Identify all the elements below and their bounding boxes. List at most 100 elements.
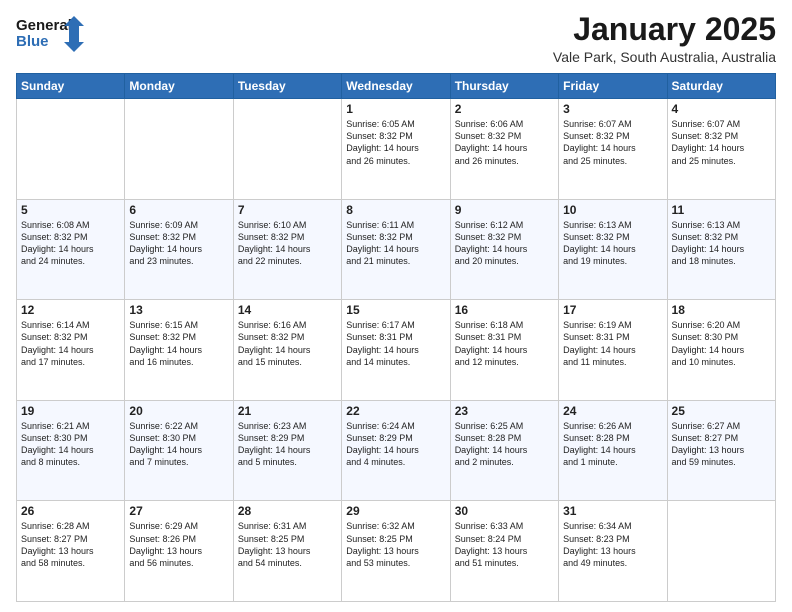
day-info: Sunrise: 6:07 AM Sunset: 8:32 PM Dayligh…	[672, 118, 771, 167]
day-info: Sunrise: 6:26 AM Sunset: 8:28 PM Dayligh…	[563, 420, 662, 469]
header: General Blue January 2025 Vale Park, Sou…	[16, 12, 776, 65]
day-number: 21	[238, 404, 337, 418]
day-info: Sunrise: 6:21 AM Sunset: 8:30 PM Dayligh…	[21, 420, 120, 469]
day-info: Sunrise: 6:28 AM Sunset: 8:27 PM Dayligh…	[21, 520, 120, 569]
calendar-cell: 26Sunrise: 6:28 AM Sunset: 8:27 PM Dayli…	[17, 501, 125, 602]
day-info: Sunrise: 6:33 AM Sunset: 8:24 PM Dayligh…	[455, 520, 554, 569]
calendar-cell	[17, 99, 125, 200]
day-of-week-header: Friday	[559, 74, 667, 99]
calendar-cell: 16 Sunrise: 6:18 AM Sunset: 8:31 PM Dayli…	[450, 300, 558, 401]
day-number: 27	[129, 504, 228, 518]
day-number: 29	[346, 504, 445, 518]
calendar-cell: 22Sunrise: 6:24 AM Sunset: 8:29 PM Dayli…	[342, 400, 450, 501]
day-info: Sunrise: 6:09 AM Sunset: 8:32 PM Dayligh…	[129, 219, 228, 268]
calendar-cell: 1 Sunrise: 6:05 AM Sunset: 8:32 PM Daylig…	[342, 99, 450, 200]
calendar-cell: 24 Sunrise: 6:26 AM Sunset: 8:28 PM Dayli…	[559, 400, 667, 501]
day-info: Sunrise: 6:17 AM Sunset: 8:31 PM Dayligh…	[346, 319, 445, 368]
logo-svg: General Blue	[16, 12, 86, 56]
calendar-cell: 28 Sunrise: 6:31 AM Sunset: 8:25 PM Dayli…	[233, 501, 341, 602]
day-info: Sunrise: 6:18 AM Sunset: 8:31 PM Dayligh…	[455, 319, 554, 368]
calendar-week-row: 12 Sunrise: 6:14 AM Sunset: 8:32 PM Dayli…	[17, 300, 776, 401]
calendar-cell: 30 Sunrise: 6:33 AM Sunset: 8:24 PM Dayli…	[450, 501, 558, 602]
day-number: 24	[563, 404, 662, 418]
calendar-cell: 3 Sunrise: 6:07 AM Sunset: 8:32 PM Daylig…	[559, 99, 667, 200]
day-number: 8	[346, 203, 445, 217]
day-number: 17	[563, 303, 662, 317]
day-info: Sunrise: 6:24 AM Sunset: 8:29 PM Dayligh…	[346, 420, 445, 469]
calendar-cell: 8Sunrise: 6:11 AM Sunset: 8:32 PM Daylig…	[342, 199, 450, 300]
calendar-cell: 27Sunrise: 6:29 AM Sunset: 8:26 PM Dayli…	[125, 501, 233, 602]
day-number: 31	[563, 504, 662, 518]
day-info: Sunrise: 6:12 AM Sunset: 8:32 PM Dayligh…	[455, 219, 554, 268]
day-info: Sunrise: 6:31 AM Sunset: 8:25 PM Dayligh…	[238, 520, 337, 569]
calendar-cell: 6 Sunrise: 6:09 AM Sunset: 8:32 PM Daylig…	[125, 199, 233, 300]
day-info: Sunrise: 6:06 AM Sunset: 8:32 PM Dayligh…	[455, 118, 554, 167]
day-number: 16	[455, 303, 554, 317]
day-number: 9	[455, 203, 554, 217]
day-number: 10	[563, 203, 662, 217]
day-number: 23	[455, 404, 554, 418]
calendar-cell: 7Sunrise: 6:10 AM Sunset: 8:32 PM Daylig…	[233, 199, 341, 300]
day-info: Sunrise: 6:27 AM Sunset: 8:27 PM Dayligh…	[672, 420, 771, 469]
day-of-week-header: Monday	[125, 74, 233, 99]
svg-text:Blue: Blue	[16, 33, 49, 50]
day-info: Sunrise: 6:05 AM Sunset: 8:32 PM Dayligh…	[346, 118, 445, 167]
calendar-cell: 18 Sunrise: 6:20 AM Sunset: 8:30 PM Dayli…	[667, 300, 775, 401]
day-number: 28	[238, 504, 337, 518]
calendar-week-row: 19 Sunrise: 6:21 AM Sunset: 8:30 PM Dayli…	[17, 400, 776, 501]
calendar-cell: 29 Sunrise: 6:32 AM Sunset: 8:25 PM Dayli…	[342, 501, 450, 602]
calendar-week-row: 5Sunrise: 6:08 AM Sunset: 8:32 PM Daylig…	[17, 199, 776, 300]
day-of-week-header: Wednesday	[342, 74, 450, 99]
calendar-cell: 11Sunrise: 6:13 AM Sunset: 8:32 PM Dayli…	[667, 199, 775, 300]
day-info: Sunrise: 6:16 AM Sunset: 8:32 PM Dayligh…	[238, 319, 337, 368]
calendar-cell: 5Sunrise: 6:08 AM Sunset: 8:32 PM Daylig…	[17, 199, 125, 300]
day-info: Sunrise: 6:19 AM Sunset: 8:31 PM Dayligh…	[563, 319, 662, 368]
day-info: Sunrise: 6:34 AM Sunset: 8:23 PM Dayligh…	[563, 520, 662, 569]
day-number: 12	[21, 303, 120, 317]
calendar-cell: 31 Sunrise: 6:34 AM Sunset: 8:23 PM Dayli…	[559, 501, 667, 602]
day-number: 6	[129, 203, 228, 217]
day-of-week-header: Thursday	[450, 74, 558, 99]
day-number: 15	[346, 303, 445, 317]
calendar-cell: 19 Sunrise: 6:21 AM Sunset: 8:30 PM Dayli…	[17, 400, 125, 501]
location-title: Vale Park, South Australia, Australia	[553, 49, 776, 65]
day-info: Sunrise: 6:32 AM Sunset: 8:25 PM Dayligh…	[346, 520, 445, 569]
svg-text:General: General	[16, 17, 72, 34]
calendar-cell: 13Sunrise: 6:15 AM Sunset: 8:32 PM Dayli…	[125, 300, 233, 401]
calendar-cell: 15 Sunrise: 6:17 AM Sunset: 8:31 PM Dayli…	[342, 300, 450, 401]
day-number: 25	[672, 404, 771, 418]
calendar-header-row: SundayMondayTuesdayWednesdayThursdayFrid…	[17, 74, 776, 99]
calendar-week-row: 1 Sunrise: 6:05 AM Sunset: 8:32 PM Daylig…	[17, 99, 776, 200]
day-info: Sunrise: 6:10 AM Sunset: 8:32 PM Dayligh…	[238, 219, 337, 268]
day-number: 3	[563, 102, 662, 116]
day-info: Sunrise: 6:20 AM Sunset: 8:30 PM Dayligh…	[672, 319, 771, 368]
day-number: 18	[672, 303, 771, 317]
day-of-week-header: Sunday	[17, 74, 125, 99]
calendar-cell: 21Sunrise: 6:23 AM Sunset: 8:29 PM Dayli…	[233, 400, 341, 501]
calendar-cell	[667, 501, 775, 602]
day-info: Sunrise: 6:08 AM Sunset: 8:32 PM Dayligh…	[21, 219, 120, 268]
day-info: Sunrise: 6:07 AM Sunset: 8:32 PM Dayligh…	[563, 118, 662, 167]
page: General Blue January 2025 Vale Park, Sou…	[0, 0, 792, 612]
title-block: January 2025 Vale Park, South Australia,…	[553, 12, 776, 65]
day-number: 14	[238, 303, 337, 317]
calendar-cell: 10 Sunrise: 6:13 AM Sunset: 8:32 PM Dayli…	[559, 199, 667, 300]
calendar-cell: 14 Sunrise: 6:16 AM Sunset: 8:32 PM Dayli…	[233, 300, 341, 401]
day-number: 13	[129, 303, 228, 317]
calendar-cell: 17 Sunrise: 6:19 AM Sunset: 8:31 PM Dayli…	[559, 300, 667, 401]
day-info: Sunrise: 6:14 AM Sunset: 8:32 PM Dayligh…	[21, 319, 120, 368]
day-info: Sunrise: 6:13 AM Sunset: 8:32 PM Dayligh…	[672, 219, 771, 268]
day-info: Sunrise: 6:25 AM Sunset: 8:28 PM Dayligh…	[455, 420, 554, 469]
day-number: 4	[672, 102, 771, 116]
day-of-week-header: Saturday	[667, 74, 775, 99]
month-title: January 2025	[553, 12, 776, 47]
day-number: 1	[346, 102, 445, 116]
calendar-cell: 2 Sunrise: 6:06 AM Sunset: 8:32 PM Daylig…	[450, 99, 558, 200]
day-number: 2	[455, 102, 554, 116]
calendar-table: SundayMondayTuesdayWednesdayThursdayFrid…	[16, 73, 776, 602]
day-info: Sunrise: 6:13 AM Sunset: 8:32 PM Dayligh…	[563, 219, 662, 268]
day-of-week-header: Tuesday	[233, 74, 341, 99]
day-number: 19	[21, 404, 120, 418]
day-number: 30	[455, 504, 554, 518]
calendar-cell: 4 Sunrise: 6:07 AM Sunset: 8:32 PM Daylig…	[667, 99, 775, 200]
